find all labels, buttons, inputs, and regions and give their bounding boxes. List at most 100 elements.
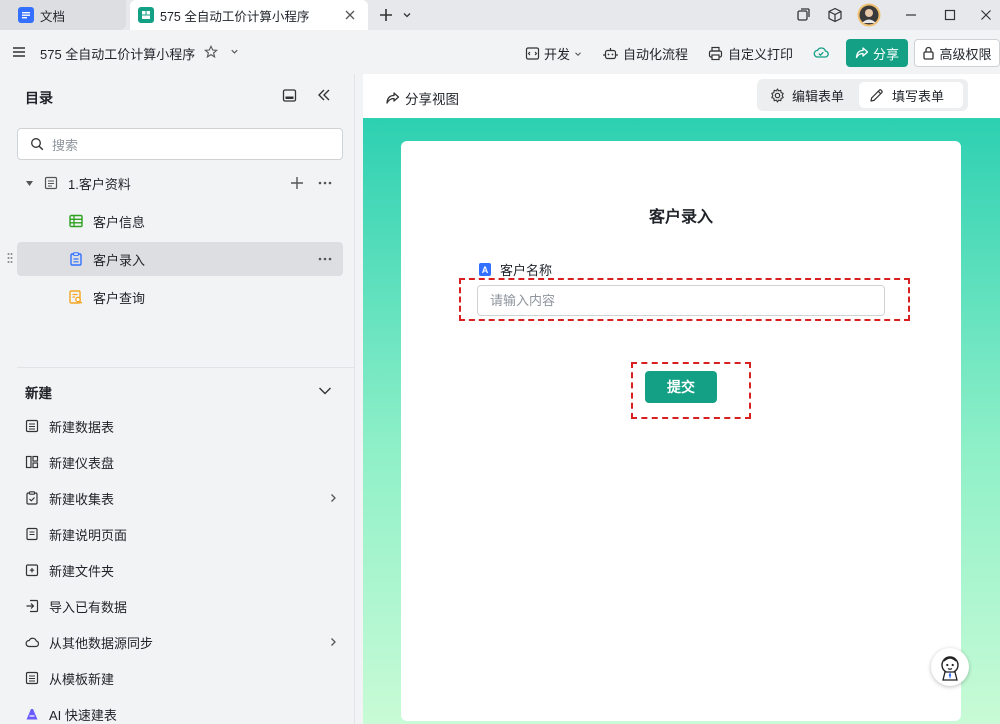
collect-form-icon: [25, 491, 39, 505]
dashboard-icon: [25, 455, 39, 469]
submit-button[interactable]: 提交: [645, 371, 717, 403]
divider: [17, 367, 355, 368]
permission-button[interactable]: 高级权限: [914, 39, 1000, 67]
sidebar-item-customer-info[interactable]: 客户信息: [17, 204, 343, 238]
form-icon: [69, 252, 83, 266]
new-item-label: 从其他数据源同步: [49, 635, 154, 651]
minimize-icon[interactable]: [901, 5, 921, 25]
app-title: 575 全自动工价计算小程序: [40, 47, 196, 62]
add-icon[interactable]: [289, 175, 305, 191]
import-data-item[interactable]: 导入已有数据: [25, 595, 341, 617]
window-close-icon[interactable]: [976, 5, 996, 25]
new-item-label: 新建收集表: [49, 491, 115, 507]
sidebar-title: 目录: [25, 90, 53, 106]
tab-app[interactable]: 575 全自动工价计算小程序: [130, 0, 368, 30]
chevron-down-icon[interactable]: [397, 5, 417, 25]
new-folder-item[interactable]: 新建文件夹: [25, 559, 341, 581]
sync-source-item[interactable]: 从其他数据源同步: [25, 631, 341, 653]
table-icon: [69, 214, 83, 228]
query-icon: [69, 290, 83, 304]
share-icon: [855, 46, 869, 60]
assistant-icon[interactable]: [931, 648, 969, 686]
app-icon: [138, 7, 154, 23]
field-label: A 客户名称: [479, 260, 552, 279]
more-icon[interactable]: [317, 251, 333, 267]
edit-form-tab[interactable]: 编辑表单: [760, 82, 854, 108]
print-button[interactable]: 自定义打印: [708, 44, 793, 63]
lock-icon: [922, 46, 935, 60]
sidebar-item-label: 客户信息: [93, 214, 146, 230]
new-tab-icon[interactable]: [376, 5, 396, 25]
new-item-label: AI 快速建表: [49, 707, 117, 723]
maximize-icon[interactable]: [940, 5, 960, 25]
fill-form-label: 填写表单: [892, 88, 945, 104]
new-item-label: 新建说明页面: [49, 527, 128, 543]
template-icon: [25, 671, 39, 685]
automation-button[interactable]: 自动化流程: [603, 44, 688, 63]
search-input: 搜索: [52, 137, 79, 153]
datatable-icon: [25, 419, 39, 433]
from-template-item[interactable]: 从模板新建: [25, 667, 341, 689]
close-icon[interactable]: [342, 7, 358, 23]
new-item-label: 导入已有数据: [49, 599, 128, 615]
code-icon: [525, 46, 540, 61]
ai-icon: [25, 707, 39, 721]
new-page-item[interactable]: 新建说明页面: [25, 523, 341, 545]
customer-name-input[interactable]: [477, 285, 885, 316]
ai-build-item[interactable]: AI 快速建表: [25, 703, 341, 724]
cloud-icon: [25, 635, 40, 649]
pencil-icon: [869, 88, 884, 103]
avatar[interactable]: [857, 3, 881, 27]
permission-label: 高级权限: [939, 46, 992, 62]
sidebar-item-customer-entry[interactable]: 客户录入: [17, 242, 343, 276]
caret-down-icon: [25, 179, 34, 188]
sidebar: 目录 搜索 1.客户资料 客户信息 客户录入 客户查询 新建 新建数据表 新建仪…: [5, 74, 355, 724]
tab-docs[interactable]: 文档: [0, 0, 126, 30]
field-label-text: 客户名称: [500, 263, 553, 278]
star-icon[interactable]: [204, 45, 218, 59]
dev-label: 开发: [544, 47, 571, 62]
chevron-right-icon: [327, 492, 339, 504]
panel-icon[interactable]: [282, 88, 297, 103]
chevron-down-icon[interactable]: [317, 383, 333, 399]
new-item-label: 新建文件夹: [49, 563, 115, 579]
mode-switch: 编辑表单 填写表单: [757, 79, 968, 111]
fill-form-tab[interactable]: 填写表单: [859, 82, 963, 108]
share-button[interactable]: 分享: [846, 39, 908, 67]
more-icon[interactable]: [317, 175, 333, 191]
new-datatable-item[interactable]: 新建数据表: [25, 415, 341, 437]
share-label: 分享: [872, 46, 899, 62]
chevron-right-icon: [327, 636, 339, 648]
sidebar-item-label: 客户查询: [93, 290, 146, 306]
share-view-icon: [385, 91, 400, 106]
new-section-title: 新建: [25, 386, 52, 401]
collapse-sidebar-icon[interactable]: [316, 87, 332, 103]
dev-menu[interactable]: 开发: [525, 44, 583, 63]
share-view-label: 分享视图: [405, 92, 459, 107]
tree-group-label: 1.客户资料: [68, 176, 131, 192]
robot-icon: [603, 46, 618, 61]
gear-icon: [770, 87, 785, 103]
browser-tab-bar: 文档 575 全自动工价计算小程序: [0, 0, 1000, 30]
tree-group-customer[interactable]: 1.客户资料: [17, 166, 343, 200]
main-toolbar: 分享视图 编辑表单 填写表单: [363, 74, 1000, 118]
sidebar-item-customer-query[interactable]: 客户查询: [17, 280, 343, 314]
new-item-label: 新建数据表: [49, 419, 115, 435]
search-box[interactable]: 搜索: [17, 128, 343, 160]
automation-label: 自动化流程: [623, 47, 689, 62]
new-collect-form-item[interactable]: 新建收集表: [25, 487, 341, 509]
chevron-down-icon[interactable]: [229, 46, 240, 57]
window-icon[interactable]: [793, 5, 813, 25]
new-item-label: 新建仪表盘: [49, 455, 115, 471]
share-view-button[interactable]: 分享视图: [385, 88, 459, 108]
new-dashboard-item[interactable]: 新建仪表盘: [25, 451, 341, 473]
edit-form-label: 编辑表单: [792, 88, 845, 104]
menu-icon[interactable]: [12, 45, 26, 59]
chevron-down-icon: [573, 49, 583, 59]
cube-icon[interactable]: [825, 5, 845, 25]
drag-handle-icon[interactable]: [7, 252, 13, 264]
new-item-label: 从模板新建: [49, 671, 115, 687]
cloud-check-icon[interactable]: [813, 45, 829, 60]
import-icon: [25, 599, 39, 613]
page-icon: [25, 527, 39, 541]
